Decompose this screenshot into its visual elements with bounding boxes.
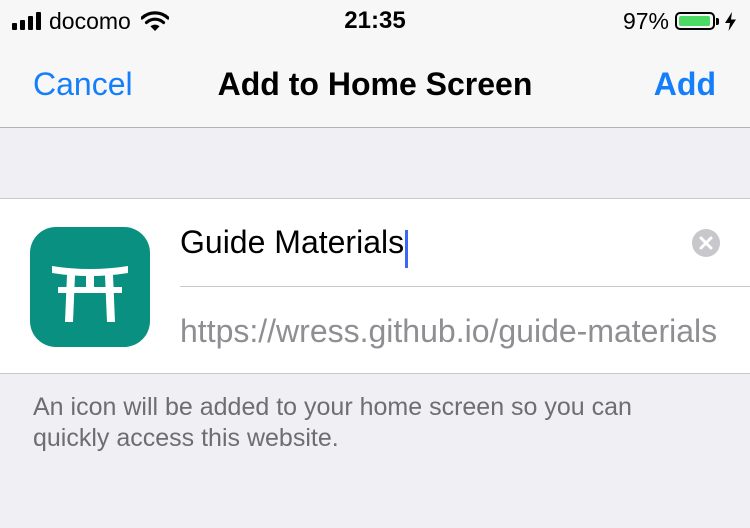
status-right: 97% (623, 6, 736, 36)
charging-bolt-icon (725, 11, 736, 31)
battery-percentage: 97% (622, 7, 669, 34)
battery-cap (716, 17, 719, 25)
field-divider (180, 286, 750, 287)
add-button[interactable]: Add (654, 66, 716, 103)
status-bar: docomo 21:35 97% (0, 0, 750, 42)
cancel-button[interactable]: Cancel (33, 66, 133, 103)
battery-fill (679, 16, 711, 26)
text-caret (405, 229, 409, 268)
bookmark-name-field[interactable]: Guide Materials (180, 221, 720, 268)
bookmark-name-value: Guide Materials (180, 224, 405, 260)
clear-text-button[interactable] (692, 229, 720, 257)
torii-gate-icon (30, 227, 150, 347)
navigation-bar: Cancel Add to Home Screen Add (0, 42, 750, 128)
bookmark-url: https://wress.github.io/guide-materials (180, 313, 718, 349)
help-text: An icon will be added to your home scree… (33, 393, 632, 452)
clear-x-icon (699, 236, 713, 250)
bookmark-card: Guide Materials https://wress.github.io/… (0, 198, 750, 374)
battery-icon (675, 12, 715, 30)
